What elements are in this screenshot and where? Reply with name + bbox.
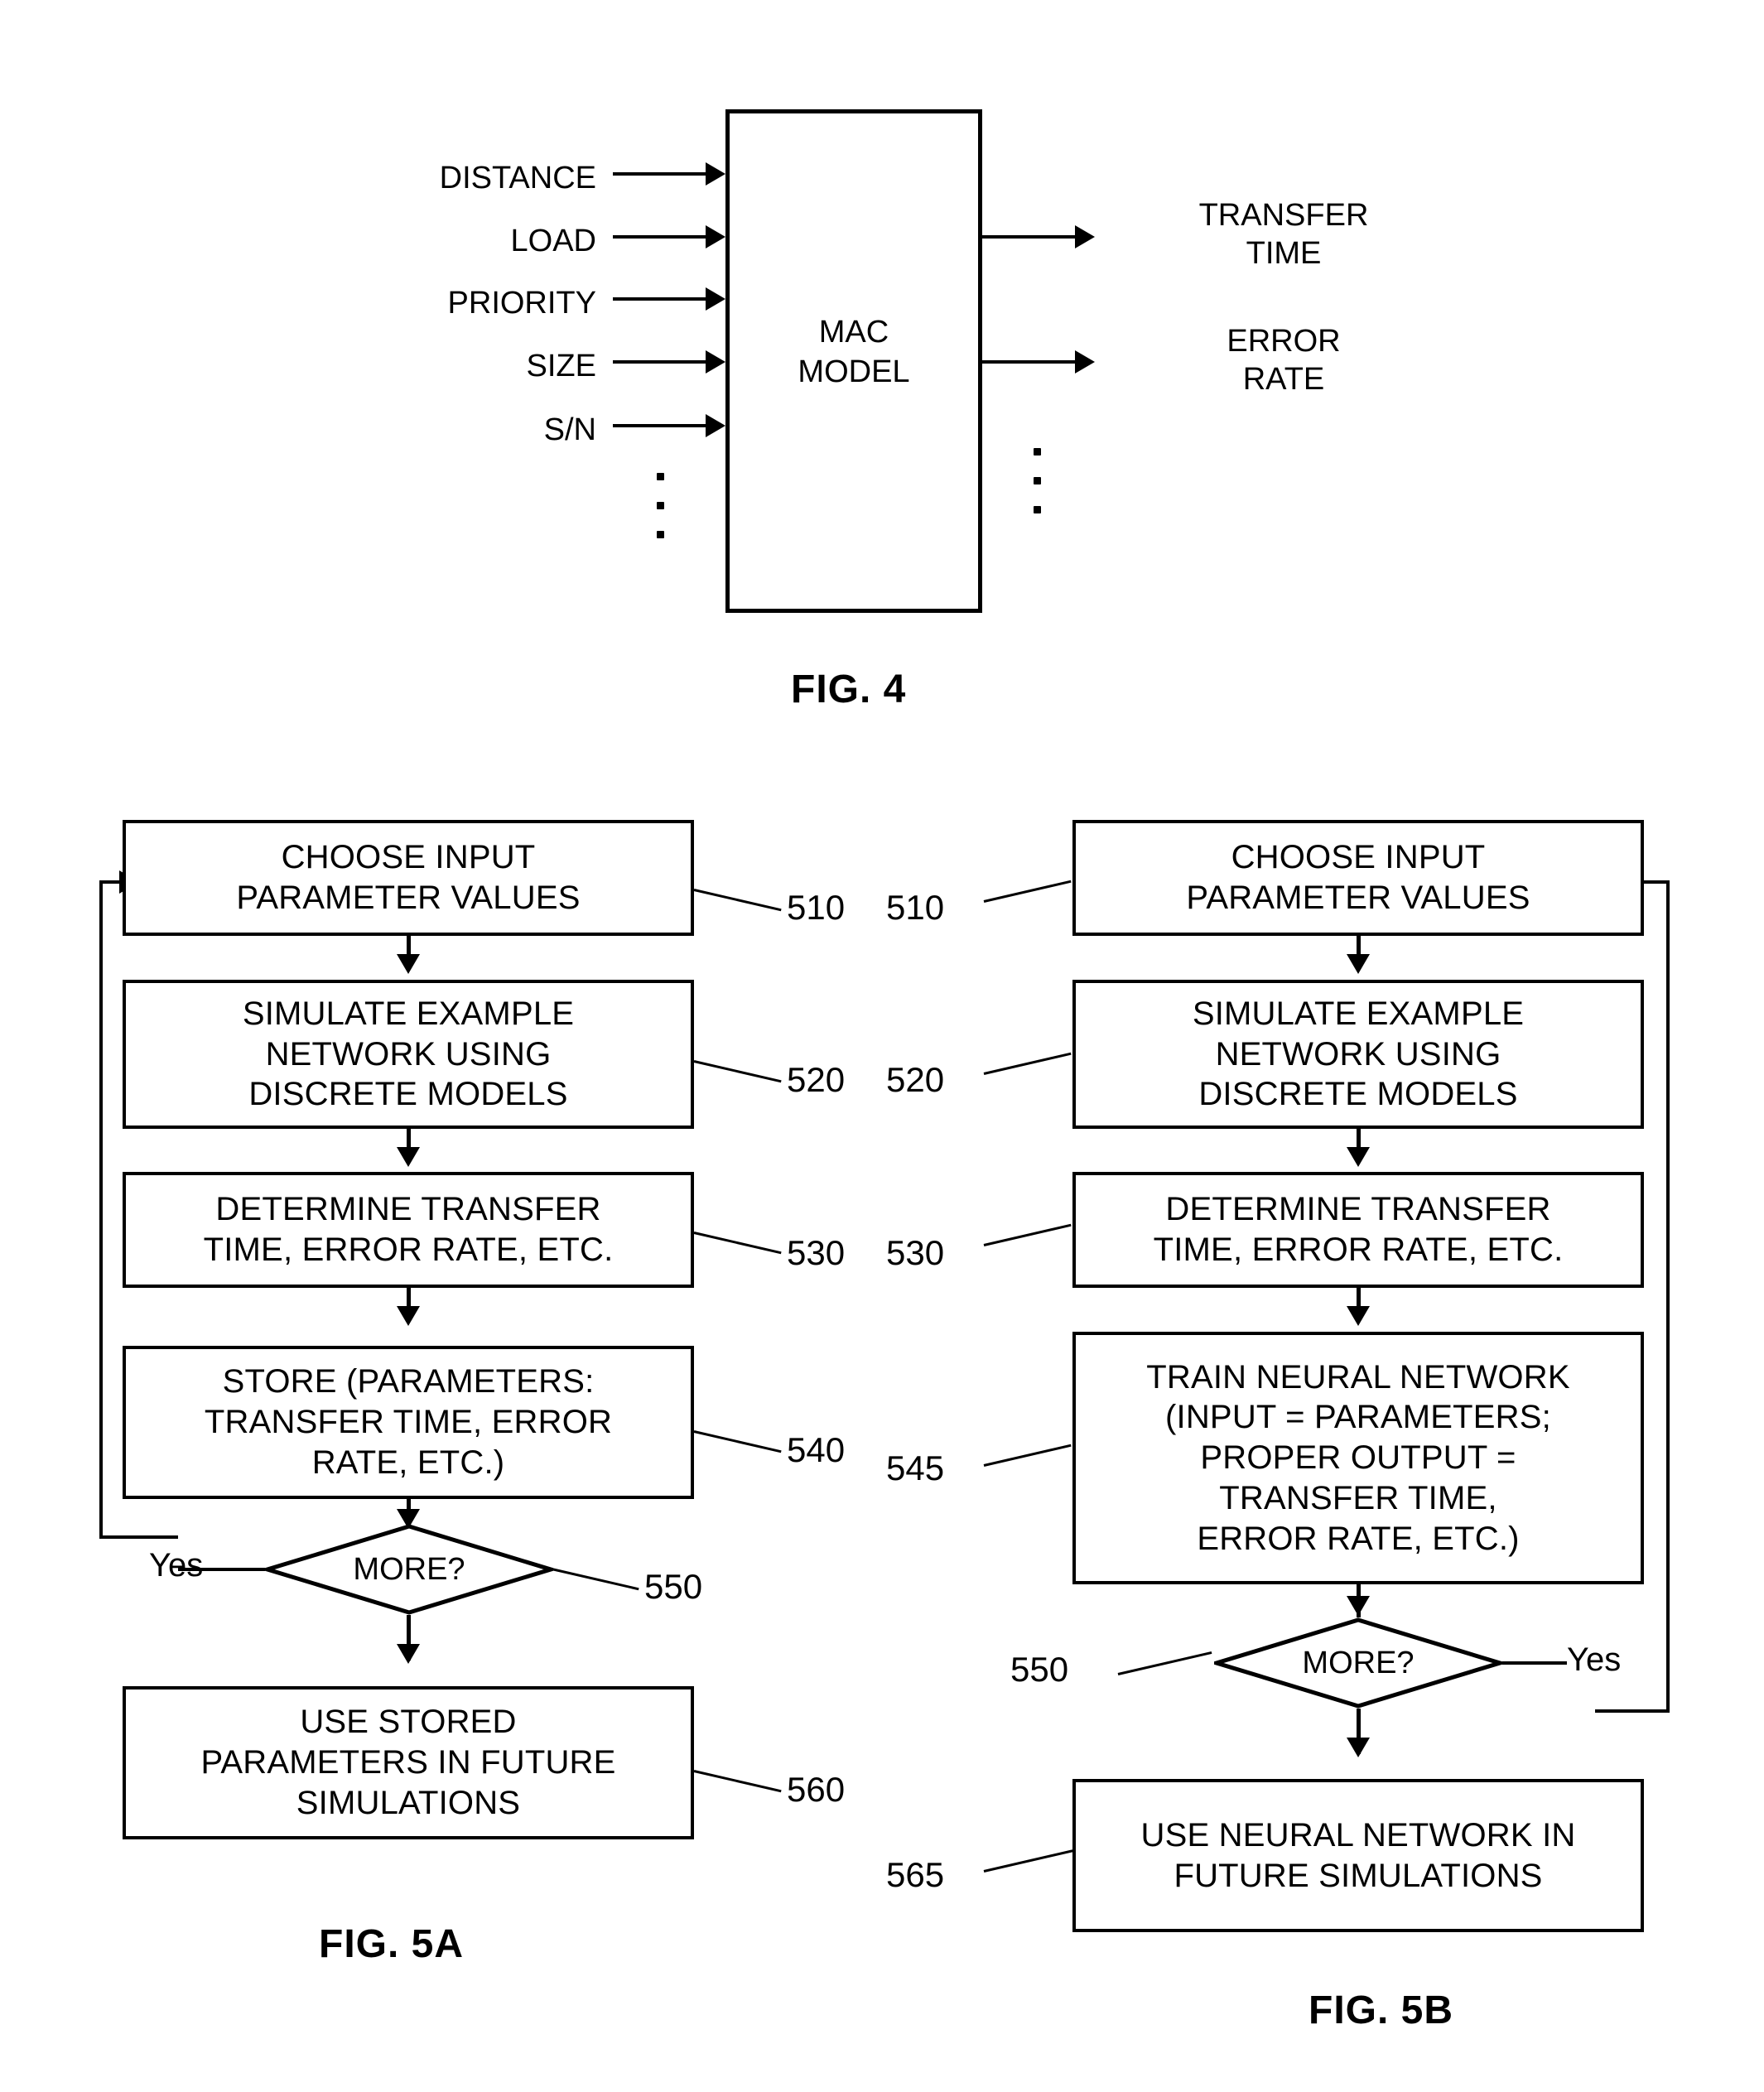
step-text-510-5a: CHOOSE INPUT PARAMETER VALUES [236,839,581,916]
connector-arrowhead-510-520-5b [1347,954,1370,974]
step-text-540-5a: STORE (PARAMETERS: TRANSFER TIME, ERROR … [204,1363,613,1481]
connector-arrowhead-545-550-5b [1347,1596,1370,1616]
leader-line-520-5b [983,1052,1072,1075]
leader-line-510-5b [983,880,1072,903]
figure-5a-caption: FIG. 5A [319,1922,465,1966]
ref-number-545-5b: 545 [886,1448,945,1487]
feedback-loop-bottom-5b [1595,1709,1670,1713]
step-text-520-5b: SIMULATE EXAMPLE NETWORK USING DISCRETE … [1192,995,1525,1113]
step-text-560-5a: USE STORED PARAMETERS IN FUTURE SIMULATI… [200,1704,616,1821]
ref-number-530-5b: 530 [886,1233,945,1272]
step-box-510-5a: CHOOSE INPUT PARAMETER VALUES [123,820,694,936]
figure-5b: CHOOSE INPUT PARAMETER VALUES 510 SIMULA… [878,0,1764,2092]
leader-line-560-5a [693,1770,782,1793]
ref-number-540-5a: 540 [787,1430,846,1469]
step-box-565-5b: USE NEURAL NETWORK IN FUTURE SIMULATIONS [1072,1779,1644,1932]
step-text-510-5b: CHOOSE INPUT PARAMETER VALUES [1186,839,1530,916]
step-text-520-5a: SIMULATE EXAMPLE NETWORK USING DISCRETE … [242,995,575,1113]
leader-line-550-5a [551,1568,639,1591]
leader-line-510-5a [693,889,782,912]
leader-line-520-5a [693,1060,782,1083]
connector-arrowhead-530-540-5a [397,1306,420,1326]
step-box-510-5b: CHOOSE INPUT PARAMETER VALUES [1072,820,1644,936]
leader-line-545-5b [983,1444,1072,1467]
connector-arrowhead-530-545-5b [1347,1306,1370,1326]
step-box-560-5a: USE STORED PARAMETERS IN FUTURE SIMULATI… [123,1686,694,1839]
ref-number-520-5a: 520 [787,1060,846,1099]
ref-number-510-5a: 510 [787,888,846,927]
connector-arrowhead-550-560-5a [397,1644,420,1664]
connector-arrowhead-520-530-5b [1347,1147,1370,1167]
ref-number-550-5a: 550 [644,1567,703,1606]
feedback-loop-vertical-5b [1666,880,1670,1713]
step-text-565-5b: USE NEURAL NETWORK IN FUTURE SIMULATIONS [1140,1816,1576,1894]
decision-diamond-550-5a: MORE? [265,1524,553,1615]
patent-figure-sheet: MAC MODEL DISTANCE LOAD PRIORITY SIZE S/… [0,0,1764,2092]
step-box-520-5b: SIMULATE EXAMPLE NETWORK USING DISCRETE … [1072,980,1644,1129]
ref-number-520-5b: 520 [886,1060,945,1099]
ref-number-510-5b: 510 [886,888,945,927]
decision-text-550-5b: MORE? [1302,1645,1415,1680]
leader-line-530-5b [983,1223,1072,1246]
step-box-520-5a: SIMULATE EXAMPLE NETWORK USING DISCRETE … [123,980,694,1129]
decision-diamond-550-5b: MORE? [1214,1617,1502,1709]
connector-arrowhead-550-565-5b [1347,1738,1370,1757]
step-box-545-5b: TRAIN NEURAL NETWORK (INPUT = PARAMETERS… [1072,1332,1644,1584]
connector-arrowhead-510-520-5a [397,954,420,974]
ref-number-565-5b: 565 [886,1855,945,1894]
leader-line-540-5a [693,1430,782,1453]
ref-number-550-5b: 550 [1010,1650,1069,1689]
step-box-540-5a: STORE (PARAMETERS: TRANSFER TIME, ERROR … [123,1346,694,1499]
step-text-530-5a: DETERMINE TRANSFER TIME, ERROR RATE, ETC… [203,1191,614,1268]
yes-branch-line-5b [1502,1661,1567,1665]
step-text-545-5b: TRAIN NEURAL NETWORK (INPUT = PARAMETERS… [1146,1358,1570,1557]
leader-line-565-5b [983,1849,1073,1873]
feedback-loop-vertical-5a [99,880,103,1539]
decision-text-550-5a: MORE? [353,1551,465,1587]
yes-branch-label-5a: Yes [149,1547,204,1583]
connector-arrowhead-520-530-5a [397,1147,420,1167]
ref-number-530-5a: 530 [787,1233,846,1272]
feedback-loop-top-5b [1640,880,1670,884]
ref-number-560-5a: 560 [787,1770,846,1809]
step-box-530-5b: DETERMINE TRANSFER TIME, ERROR RATE, ETC… [1072,1172,1644,1288]
yes-branch-label-5b: Yes [1567,1641,1622,1678]
leader-line-530-5a [693,1232,782,1255]
feedback-loop-bottom-5a [99,1535,178,1539]
figure-5b-caption: FIG. 5B [1309,1988,1454,2032]
step-box-530-5a: DETERMINE TRANSFER TIME, ERROR RATE, ETC… [123,1172,694,1288]
figure-5a: CHOOSE INPUT PARAMETER VALUES 510 SIMULA… [0,0,878,2092]
step-text-530-5b: DETERMINE TRANSFER TIME, ERROR RATE, ETC… [1153,1191,1564,1268]
leader-line-550-5b [1117,1651,1212,1675]
